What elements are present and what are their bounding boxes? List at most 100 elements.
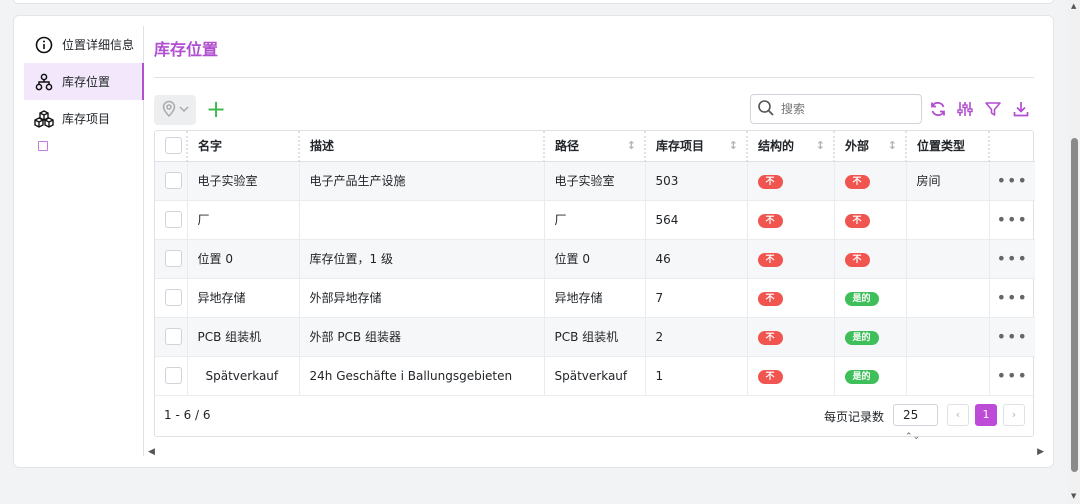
row-select-cell [155,317,187,357]
table-toolbar: + [154,78,1034,130]
row-actions-menu-icon[interactable]: ••• [988,317,1035,357]
adjustments-icon[interactable] [955,98,975,120]
search-icon [757,99,775,120]
cell-location-type: 房间 [905,161,989,201]
table-row[interactable]: Spätverkauf 24h Geschäfte i Ballungsgebi… [155,356,1035,396]
status-badge: 是的 [844,291,879,306]
sidebar-item-label: 库存位置 [62,75,111,89]
records-per-page-value: 25 [903,407,919,422]
add-location-button[interactable]: + [206,96,226,124]
cell-stock-items: 503 [644,161,747,201]
column-header-name[interactable]: 名字 [186,131,299,162]
records-per-page-select[interactable]: 25 ⌃⌄ [893,403,938,442]
cell-stock-items: 46 [644,239,747,279]
pagination-next-button[interactable]: › [1003,403,1025,426]
horizontal-scrollbar[interactable]: ◀ ▶ [148,447,1044,457]
column-header-external[interactable]: 外部 ↕ [833,131,906,162]
chevron-up-down-icon: ⌃⌄ [905,431,921,442]
sidebar-item-stock-locations[interactable]: 库存位置 [24,63,144,100]
column-header-path[interactable]: 路径 ↕ [543,131,645,162]
cell-structural: 不 [746,239,834,279]
status-badge: 不 [757,291,783,306]
scroll-left-icon[interactable]: ◀ [148,447,155,457]
row-checkbox[interactable] [165,328,182,345]
location-type-filter-button[interactable] [154,95,196,125]
cell-stock-items: 1 [644,356,747,396]
column-header-stock-items[interactable]: 库存项目 ↕ [644,131,747,162]
cell-description: 外部异地存储 [298,278,544,318]
column-header-description[interactable]: 描述 [298,131,544,162]
column-header-actions [988,131,1035,162]
refresh-icon[interactable] [928,98,948,120]
scroll-right-icon[interactable]: ▶ [1037,447,1044,457]
sort-icon: ↕ [815,139,825,152]
cell-description: 外部 PCB 组装器 [298,317,544,357]
vertical-scrollbar[interactable]: ▲ ▼ [1068,0,1080,504]
row-actions-menu-icon[interactable]: ••• [988,278,1035,318]
cell-name: PCB 组装机 [186,317,299,357]
cell-external: 是的 [833,278,906,318]
table-row[interactable]: 位置 0 库存位置，1 级 位置 0 46 不 不 ••• [155,239,1035,279]
sidebar-collapse-icon[interactable] [38,141,48,151]
cell-structural: 不 [746,161,834,201]
cell-location-type [905,317,989,357]
row-checkbox[interactable] [165,211,182,228]
cell-external: 是的 [833,356,906,396]
cell-name: 电子实验室 [186,161,299,201]
table-row[interactable]: PCB 组装机 外部 PCB 组装器 PCB 组装机 2 不 是的 ••• [155,317,1035,357]
cell-name: 异地存储 [186,278,299,318]
column-header-label: 库存项目 [656,139,705,154]
table-row[interactable]: 异地存储 外部异地存储 异地存储 7 不 是的 ••• [155,278,1035,318]
row-checkbox[interactable] [165,367,182,384]
cell-structural: 不 [746,317,834,357]
sidebar: 位置详细信息 库存位置 库存项目 [24,26,144,456]
row-actions-menu-icon[interactable]: ••• [988,200,1035,240]
row-checkbox[interactable] [165,172,182,189]
page-card: 位置详细信息 库存位置 库存项目 库存位置 + 搜索 名字 描述 路径 ↕ 库存… [13,15,1054,468]
scroll-down-icon[interactable]: ▼ [1071,492,1076,500]
cell-external: 不 [833,239,906,279]
table-row[interactable]: 电子实验室 电子产品生产设施 电子实验室 503 不 不 房间 ••• [155,161,1035,201]
cell-structural: 不 [746,356,834,396]
select-all-checkbox[interactable] [165,137,182,155]
pagination-prev-button[interactable]: ‹ [947,403,969,426]
row-checkbox[interactable] [165,250,182,267]
pagination-page-1[interactable]: 1 [975,403,997,426]
scrollbar-thumb[interactable] [1071,138,1078,472]
cell-path: 电子实验室 [543,161,645,201]
status-badge: 不 [757,174,783,189]
status-badge: 不 [757,213,783,228]
records-per-page-label: 每页记录数 [824,409,885,424]
sitemap-icon [34,72,54,92]
locations-table-container: 名字 描述 路径 ↕ 库存项目 ↕ 结构的 ↕ 外部 ↕ 位置类型 电子实验室 电子 [154,130,1035,442]
row-checkbox[interactable] [165,289,182,306]
cell-external: 不 [833,161,906,201]
cell-path: 厂 [543,200,645,240]
row-actions-menu-icon[interactable]: ••• [988,161,1035,201]
info-circle-icon [34,35,54,55]
cell-name: Spätverkauf [186,356,299,396]
row-select-cell [155,356,187,396]
column-header-structural[interactable]: 结构的 ↕ [746,131,834,162]
download-icon[interactable] [1011,98,1031,120]
column-header-location-type[interactable]: 位置类型 [905,131,989,162]
chevron-down-icon [178,103,190,117]
sidebar-item-location-details[interactable]: 位置详细信息 [24,26,143,63]
filter-icon[interactable] [983,98,1003,120]
scroll-up-icon[interactable]: ▲ [1071,2,1076,10]
status-badge: 不 [844,252,870,267]
search-input[interactable] [781,102,911,116]
row-select-cell [155,239,187,279]
record-count: 1 - 6 / 6 [164,407,211,422]
table-row[interactable]: 厂 厂 564 不 不 ••• [155,200,1035,240]
cell-stock-items: 7 [644,278,747,318]
sidebar-item-stock-items[interactable]: 库存项目 [24,100,143,137]
search-box[interactable] [750,94,922,124]
select-all-header [155,131,187,162]
row-actions-menu-icon[interactable]: ••• [988,239,1035,279]
cell-structural: 不 [746,200,834,240]
cell-location-type [905,200,989,240]
cell-location-type [905,239,989,279]
row-actions-menu-icon[interactable]: ••• [988,356,1035,396]
cell-location-type [905,278,989,318]
